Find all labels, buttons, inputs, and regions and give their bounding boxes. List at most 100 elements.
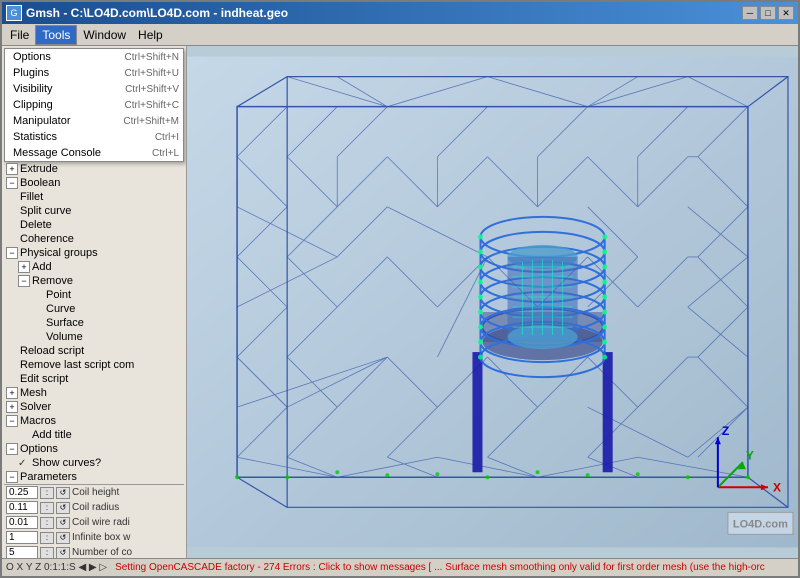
titlebar-buttons: ─ □ ✕ [742, 6, 794, 20]
tree-fillet[interactable]: Fillet [4, 190, 184, 204]
main-window: G Gmsh - C:\LO4D.com\LO4D.com - indheat.… [0, 0, 800, 578]
expand-mesh[interactable]: + [6, 387, 18, 399]
expand-macros[interactable]: − [6, 415, 18, 427]
expand-extrude[interactable]: + [6, 163, 18, 175]
viewport: X Y Z LO4D.com [187, 46, 798, 558]
physical-groups-label: Physical groups [20, 247, 98, 259]
svg-text:Z: Z [722, 424, 729, 438]
tree-remove[interactable]: − Remove [4, 274, 184, 288]
parameters-section: : ↺ Coil height : ↺ Coil radius : ↺ [4, 484, 184, 558]
num-coils-icon1[interactable]: : [40, 547, 54, 559]
infinite-box-icon1[interactable]: : [40, 532, 54, 544]
mesh-label: Mesh [20, 387, 47, 399]
menu-options[interactable]: OptionsCtrl+Shift+N [5, 49, 183, 65]
edit-script-label: Edit script [20, 373, 68, 385]
solver-label: Solver [20, 401, 51, 413]
app-icon: G [6, 5, 22, 21]
coil-radius-label: Coil radius [72, 502, 119, 513]
menu-plugins[interactable]: PluginsCtrl+Shift+U [5, 65, 183, 81]
tree-options[interactable]: − Options [4, 442, 184, 456]
window-menu[interactable]: Window [77, 26, 132, 44]
file-menu[interactable]: File [4, 26, 35, 44]
coil-height-icon2[interactable]: ↺ [56, 487, 70, 499]
expand-solver[interactable]: + [6, 401, 18, 413]
tree-curve[interactable]: Curve [4, 302, 184, 316]
tree-show-curves[interactable]: ✓ Show curves? [4, 456, 184, 470]
menu-message-console[interactable]: Message ConsoleCtrl+L [5, 145, 183, 161]
expand-physical-groups[interactable]: − [6, 247, 18, 259]
close-button[interactable]: ✕ [778, 6, 794, 20]
tree-mesh[interactable]: + Mesh [4, 386, 184, 400]
tree-add-title[interactable]: Add title [4, 428, 184, 442]
menu-visibility[interactable]: VisibilityCtrl+Shift+V [5, 81, 183, 97]
maximize-button[interactable]: □ [760, 6, 776, 20]
expand-add[interactable]: + [18, 261, 30, 273]
coil-wire-icon1[interactable]: : [40, 517, 54, 529]
coords-display: O X Y Z 0:1:1:S ◀ ▶ ▷ [6, 562, 107, 573]
param-num-coils: : ↺ Number of co [4, 545, 184, 558]
tree-volume[interactable]: Volume [4, 330, 184, 344]
param-coil-height: : ↺ Coil height [4, 485, 184, 500]
expand-options[interactable]: − [6, 443, 18, 455]
expand-remove[interactable]: − [18, 275, 30, 287]
tree-solver[interactable]: + Solver [4, 400, 184, 414]
add-label: Add [32, 261, 52, 273]
curve-label: Curve [46, 303, 75, 315]
menubar: File Tools Window Help [2, 24, 798, 46]
status-message: Setting OpenCASCADE factory - 274 Errors… [115, 562, 794, 573]
num-coils-icon2[interactable]: ↺ [56, 547, 70, 559]
coil-radius-input[interactable] [6, 501, 38, 514]
tree-extrude[interactable]: + Extrude [4, 162, 184, 176]
infinite-box-icon2[interactable]: ↺ [56, 532, 70, 544]
svg-text:X: X [773, 480, 781, 494]
infinite-box-input[interactable] [6, 531, 38, 544]
menu-manipulator[interactable]: ManipulatorCtrl+Shift+M [5, 113, 183, 129]
point-label: Point [46, 289, 71, 301]
tree-reload-script[interactable]: Reload script [4, 344, 184, 358]
coil-wire-label: Coil wire radi [72, 517, 130, 528]
tree-delete[interactable]: Delete [4, 218, 184, 232]
titlebar: G Gmsh - C:\LO4D.com\LO4D.com - indheat.… [2, 2, 798, 24]
help-menu[interactable]: Help [132, 26, 169, 44]
expand-boolean[interactable]: − [6, 177, 18, 189]
scene-svg: X Y Z LO4D.com [187, 46, 798, 558]
minimize-button[interactable]: ─ [742, 6, 758, 20]
tree-boolean[interactable]: − Boolean [4, 176, 184, 190]
sidebar-tree: OptionsCtrl+Shift+N PluginsCtrl+Shift+U … [2, 46, 187, 558]
split-curve-label: Split curve [20, 205, 71, 217]
extrude-label: Extrude [20, 163, 58, 175]
coil-wire-icon2[interactable]: ↺ [56, 517, 70, 529]
tree-edit-script[interactable]: Edit script [4, 372, 184, 386]
remove-last-script-label: Remove last script com [20, 359, 134, 371]
boolean-label: Boolean [20, 177, 60, 189]
menu-statistics[interactable]: StatisticsCtrl+I [5, 129, 183, 145]
coil-wire-input[interactable] [6, 516, 38, 529]
tree-split-curve[interactable]: Split curve [4, 204, 184, 218]
tree-physical-groups[interactable]: − Physical groups [4, 246, 184, 260]
param-coil-radius: : ↺ Coil radius [4, 500, 184, 515]
tree-point[interactable]: Point [4, 288, 184, 302]
tree-surface[interactable]: Surface [4, 316, 184, 330]
tree-macros[interactable]: − Macros [4, 414, 184, 428]
reload-script-label: Reload script [20, 345, 84, 357]
fillet-label: Fillet [20, 191, 43, 203]
coil-height-input[interactable] [6, 486, 38, 499]
param-coil-wire: : ↺ Coil wire radi [4, 515, 184, 530]
parameters-label: Parameters [20, 471, 77, 483]
coherence-label: Coherence [20, 233, 74, 245]
menu-clipping[interactable]: ClippingCtrl+Shift+C [5, 97, 183, 113]
expand-parameters[interactable]: − [6, 471, 18, 483]
infinite-box-label: Infinite box w [72, 532, 130, 543]
num-coils-label: Number of co [72, 547, 132, 558]
tools-menu[interactable]: Tools [35, 25, 77, 45]
tree-coherence[interactable]: Coherence [4, 232, 184, 246]
coil-height-icon1[interactable]: : [40, 487, 54, 499]
coil-radius-icon2[interactable]: ↺ [56, 502, 70, 514]
tree-add[interactable]: + Add [4, 260, 184, 274]
num-coils-input[interactable] [6, 546, 38, 558]
remove-label: Remove [32, 275, 73, 287]
tree-remove-last-script[interactable]: Remove last script com [4, 358, 184, 372]
tree-parameters[interactable]: − Parameters [4, 470, 184, 484]
titlebar-left: G Gmsh - C:\LO4D.com\LO4D.com - indheat.… [6, 5, 288, 21]
coil-radius-icon1[interactable]: : [40, 502, 54, 514]
